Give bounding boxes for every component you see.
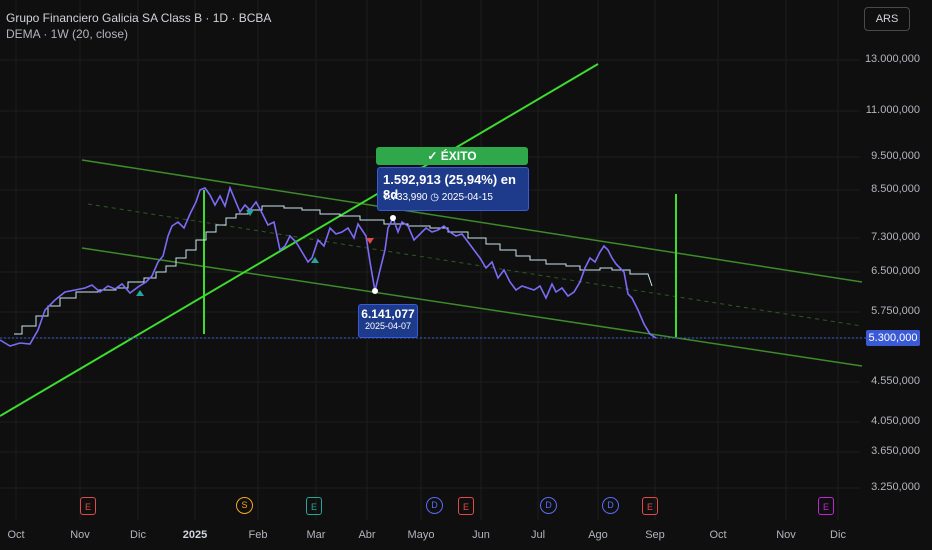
sell-signal-marker [246, 210, 254, 216]
time-tick-label: Dic [130, 529, 146, 541]
time-tick-label: 2025 [182, 529, 208, 541]
currency-button[interactable]: ARS [864, 7, 910, 31]
event-marker[interactable]: D [540, 497, 557, 514]
channel-lower-line [81, 247, 863, 367]
price-tick-label: 4.550,000 [871, 375, 920, 387]
event-marker[interactable]: D [602, 497, 619, 514]
time-tick-label: Ago [588, 529, 608, 541]
event-marker[interactable]: S [236, 497, 253, 514]
price-tick-label: 9.500,000 [871, 150, 920, 162]
chart-header: Grupo Financiero Galicia SA Class B · 1D… [6, 10, 271, 42]
price-tick-label: 3.650,000 [871, 445, 920, 457]
event-marker[interactable]: E [642, 497, 658, 515]
high-point[interactable] [390, 215, 396, 221]
event-marker[interactable]: E [306, 497, 322, 515]
price-tick-label: 11.000,000 [865, 104, 920, 116]
price-line [0, 185, 657, 347]
low-tooltip: 6.141,077 2025-04-07 [358, 304, 418, 338]
current-price-label: 5.300,000 [866, 330, 920, 346]
event-marker[interactable]: E [458, 497, 474, 515]
success-badge: ✓ ÉXITO [376, 147, 528, 165]
time-tick-label: Jul [530, 529, 546, 541]
time-tick-label: Mar [306, 529, 326, 541]
low-point[interactable] [372, 288, 378, 294]
time-tick-label: Dic [830, 529, 846, 541]
time-tick-label: Nov [70, 529, 90, 541]
time-tick-label: Jun [472, 529, 490, 541]
time-tick-label: Oct [7, 529, 25, 541]
grid [0, 0, 860, 520]
time-tick-label: Nov [776, 529, 796, 541]
success-tooltip: 1.592,913 (25,94%) en 8d 7.733,990 ◷ 202… [377, 167, 529, 211]
low-date: 2025-04-07 [364, 321, 412, 331]
low-value: 6.141,077 [361, 307, 415, 321]
price-tick-label: 8.500,000 [871, 183, 920, 195]
indicator-label[interactable]: DEMA · 1W (20, close) [6, 26, 271, 42]
time-tick-label: Mayo [407, 529, 435, 541]
price-tick-label: 13.000,000 [864, 53, 920, 65]
dema-line [14, 205, 653, 335]
trend-line [0, 63, 599, 417]
event-marker[interactable]: E [818, 497, 834, 515]
price-tick-label: 4.050,000 [871, 415, 920, 427]
price-tick-label: 5.750,000 [871, 305, 920, 317]
time-tick-label: Oct [709, 529, 727, 541]
price-tick-label: 7.300,000 [871, 231, 920, 243]
time-tick-label: Sep [645, 529, 665, 541]
symbol-title[interactable]: Grupo Financiero Galicia SA Class B · 1D… [6, 10, 271, 26]
price-tick-label: 3.250,000 [871, 481, 920, 493]
time-tick-label: Feb [248, 529, 268, 541]
chart-area[interactable] [0, 0, 932, 550]
time-tick-label: Abr [358, 529, 376, 541]
target-text: 7.733,990 ◷ 2025-04-15 [383, 192, 493, 203]
price-tick-label: 6.500,000 [871, 265, 920, 277]
event-marker[interactable]: D [426, 497, 443, 514]
event-marker[interactable]: E [80, 497, 96, 515]
buy-signal-marker [136, 290, 144, 296]
